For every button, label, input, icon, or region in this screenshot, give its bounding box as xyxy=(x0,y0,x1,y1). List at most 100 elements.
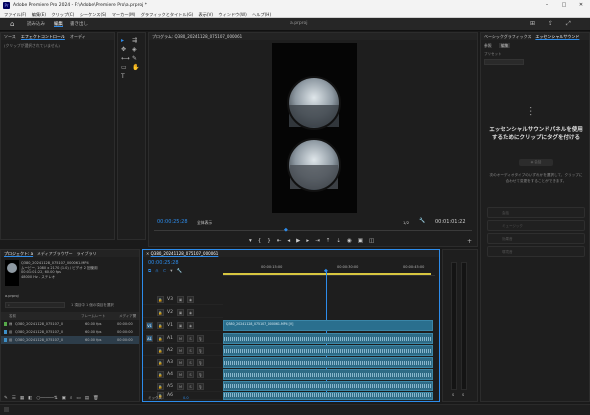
program-scrubber[interactable] xyxy=(154,230,472,231)
program-playhead[interactable]: ◆ xyxy=(284,227,288,233)
slip-tool-icon[interactable]: ⟷ xyxy=(121,55,130,62)
tag-button[interactable]: ◈ 会話 xyxy=(519,159,553,166)
minimize-button[interactable]: – xyxy=(540,0,554,11)
compare-icon[interactable]: ▣ xyxy=(358,238,369,244)
play-icon[interactable]: ▶ xyxy=(296,238,306,244)
edit-icon[interactable]: ✎ xyxy=(4,396,12,401)
list-item[interactable]: ▥ Q380_20241128_075107_0 60.00 fps 00:00… xyxy=(1,336,139,344)
tab-effect-controls[interactable]: エフェクトコントロール xyxy=(21,34,65,39)
col-name[interactable]: 名前 xyxy=(9,312,16,320)
close-button[interactable]: ✕ xyxy=(574,0,588,11)
step-back-icon[interactable]: ◂ xyxy=(287,238,296,244)
mark-in-icon[interactable]: { xyxy=(258,238,268,244)
menu-window[interactable]: ウィンドウ(W) xyxy=(218,12,246,17)
lift-icon[interactable]: ⇡ xyxy=(326,238,337,244)
solo-icon[interactable]: S xyxy=(187,347,194,354)
eye-icon[interactable]: ◉ xyxy=(187,322,194,329)
list-item[interactable]: ▥ Q380_20241128_075107_0 60.00 fps 00:00… xyxy=(1,328,139,336)
source-patch-a1[interactable]: A1 xyxy=(146,335,153,342)
tab-media-browser[interactable]: メディアブラウザー xyxy=(37,251,73,256)
preset-dropdown[interactable] xyxy=(484,59,524,65)
zoom-slider[interactable]: ○───── xyxy=(36,396,53,401)
share-icon[interactable]: ⇪ xyxy=(548,20,553,27)
audio-clip-a6[interactable] xyxy=(223,392,433,400)
vr-icon[interactable]: ◫ xyxy=(369,238,380,244)
mute-icon[interactable]: M xyxy=(177,371,184,378)
audio-clip-a2[interactable] xyxy=(223,345,433,356)
lock-icon[interactable]: 🔒 xyxy=(157,371,164,378)
tab-project[interactable]: プロジェクト: a xyxy=(4,251,33,256)
menu-file[interactable]: ファイル(F) xyxy=(4,12,26,17)
eye-icon[interactable]: ◉ xyxy=(187,296,194,303)
audio-clip-a3[interactable] xyxy=(223,357,433,368)
home-icon[interactable]: ⌂ xyxy=(10,20,14,28)
col-fps[interactable]: フレームレート xyxy=(81,312,105,320)
lock-icon[interactable]: 🔒 xyxy=(157,383,164,390)
lock-icon[interactable]: 🔒 xyxy=(157,309,164,316)
mic-icon[interactable]: 🎙 xyxy=(197,383,204,390)
tab-basic-graphics[interactable]: ベーシックグラフィックス xyxy=(484,34,532,39)
extract-icon[interactable]: ⇣ xyxy=(336,238,347,244)
snap-icon[interactable]: ∩ xyxy=(155,269,162,274)
list-view-icon[interactable]: ☰ xyxy=(12,396,20,401)
lock-icon[interactable]: 🔒 xyxy=(157,296,164,303)
mix-value[interactable]: 0.0 xyxy=(183,396,189,400)
rectangle-tool-icon[interactable]: ▭ xyxy=(121,64,127,71)
type-dialogue-button[interactable]: 会話 xyxy=(487,207,585,218)
menu-clip[interactable]: クリップ(C) xyxy=(51,12,74,17)
timeline-timecode[interactable]: 00:00:25:28 xyxy=(148,260,179,266)
col-media-start[interactable]: メディア開 xyxy=(119,312,136,320)
pen-tool-icon[interactable]: ✎ xyxy=(132,55,137,62)
new-bin-icon[interactable]: ▭ xyxy=(76,396,84,401)
sequence-tab[interactable]: Q380_20241128_075107_000061 xyxy=(151,251,219,256)
solo-right-button[interactable]: S xyxy=(462,393,464,397)
fit-dropdown[interactable]: 全体表示 xyxy=(197,220,212,226)
program-timecode[interactable]: 00:00:25:28 xyxy=(157,219,188,225)
solo-left-button[interactable]: S xyxy=(452,393,454,397)
mic-icon[interactable]: 🎙 xyxy=(197,335,204,342)
wrench-icon[interactable]: 🔧 xyxy=(419,218,425,224)
menu-help[interactable]: ヘルプ(H) xyxy=(252,12,271,17)
type-sfx-button[interactable]: 効果音 xyxy=(487,233,585,244)
lock-icon[interactable]: 🔒 xyxy=(157,347,164,354)
tab-edit-sound[interactable]: 編集 xyxy=(498,43,511,48)
audio-clip-a4[interactable] xyxy=(223,369,433,380)
quality-dropdown[interactable]: 1/2 xyxy=(403,220,409,225)
sync-icon[interactable]: ▣ xyxy=(177,296,184,303)
tab-edit[interactable]: 編集 xyxy=(54,21,63,27)
media-thumbnail[interactable] xyxy=(5,260,19,286)
mark-out-icon[interactable]: } xyxy=(267,238,277,244)
mute-icon[interactable]: M xyxy=(177,359,184,366)
track-select-tool-icon[interactable]: ⇶ xyxy=(132,37,137,44)
sync-icon[interactable]: ▣ xyxy=(177,322,184,329)
new-item-icon[interactable]: ▤ xyxy=(85,396,93,401)
tab-import[interactable]: 読み込み xyxy=(27,21,45,27)
lock-icon[interactable]: 🔒 xyxy=(157,359,164,366)
tab-source[interactable]: ソース xyxy=(4,34,16,39)
close-sequence-icon[interactable]: ✕ xyxy=(146,251,149,256)
automate-icon[interactable]: ▣ xyxy=(62,396,70,401)
lock-icon[interactable]: 🔒 xyxy=(157,322,164,329)
solo-icon[interactable]: S xyxy=(187,335,194,342)
workspaces-icon[interactable]: ⊞ xyxy=(530,20,535,27)
selection-tool-icon[interactable]: ▸ xyxy=(121,37,124,44)
add-button-icon[interactable]: + xyxy=(467,238,472,245)
go-to-out-icon[interactable]: ⇥ xyxy=(315,238,326,244)
solo-icon[interactable]: S xyxy=(187,383,194,390)
mute-icon[interactable]: M xyxy=(177,347,184,354)
menu-marker[interactable]: マーカー(M) xyxy=(112,12,136,17)
video-clip-v1[interactable]: Q380_20241128_075107_000061.MP4 [V] xyxy=(223,320,433,331)
mic-icon[interactable]: 🎙 xyxy=(197,359,204,366)
mic-icon[interactable]: 🎙 xyxy=(197,347,204,354)
time-ruler[interactable]: 00:00:15:00 00:00:30:00 00:00:45:00 xyxy=(223,260,435,276)
list-item[interactable]: ▤ Q380_20241128_075107_0 60.00 fps 00:00… xyxy=(1,320,139,328)
project-search[interactable]: ⌕ xyxy=(5,302,65,308)
hand-tool-icon[interactable]: ✋ xyxy=(132,64,139,71)
tab-export[interactable]: 書き出し xyxy=(70,21,88,27)
menu-view[interactable]: 表示(V) xyxy=(199,12,214,17)
menu-sequence[interactable]: シーケンス(S) xyxy=(80,12,107,17)
menu-graphics[interactable]: グラフィックとタイトル(G) xyxy=(141,12,194,17)
playhead-handle[interactable]: ◆ xyxy=(324,268,328,274)
type-ambience-button[interactable]: 環境音 xyxy=(487,246,585,257)
eye-icon[interactable]: ◉ xyxy=(187,309,194,316)
